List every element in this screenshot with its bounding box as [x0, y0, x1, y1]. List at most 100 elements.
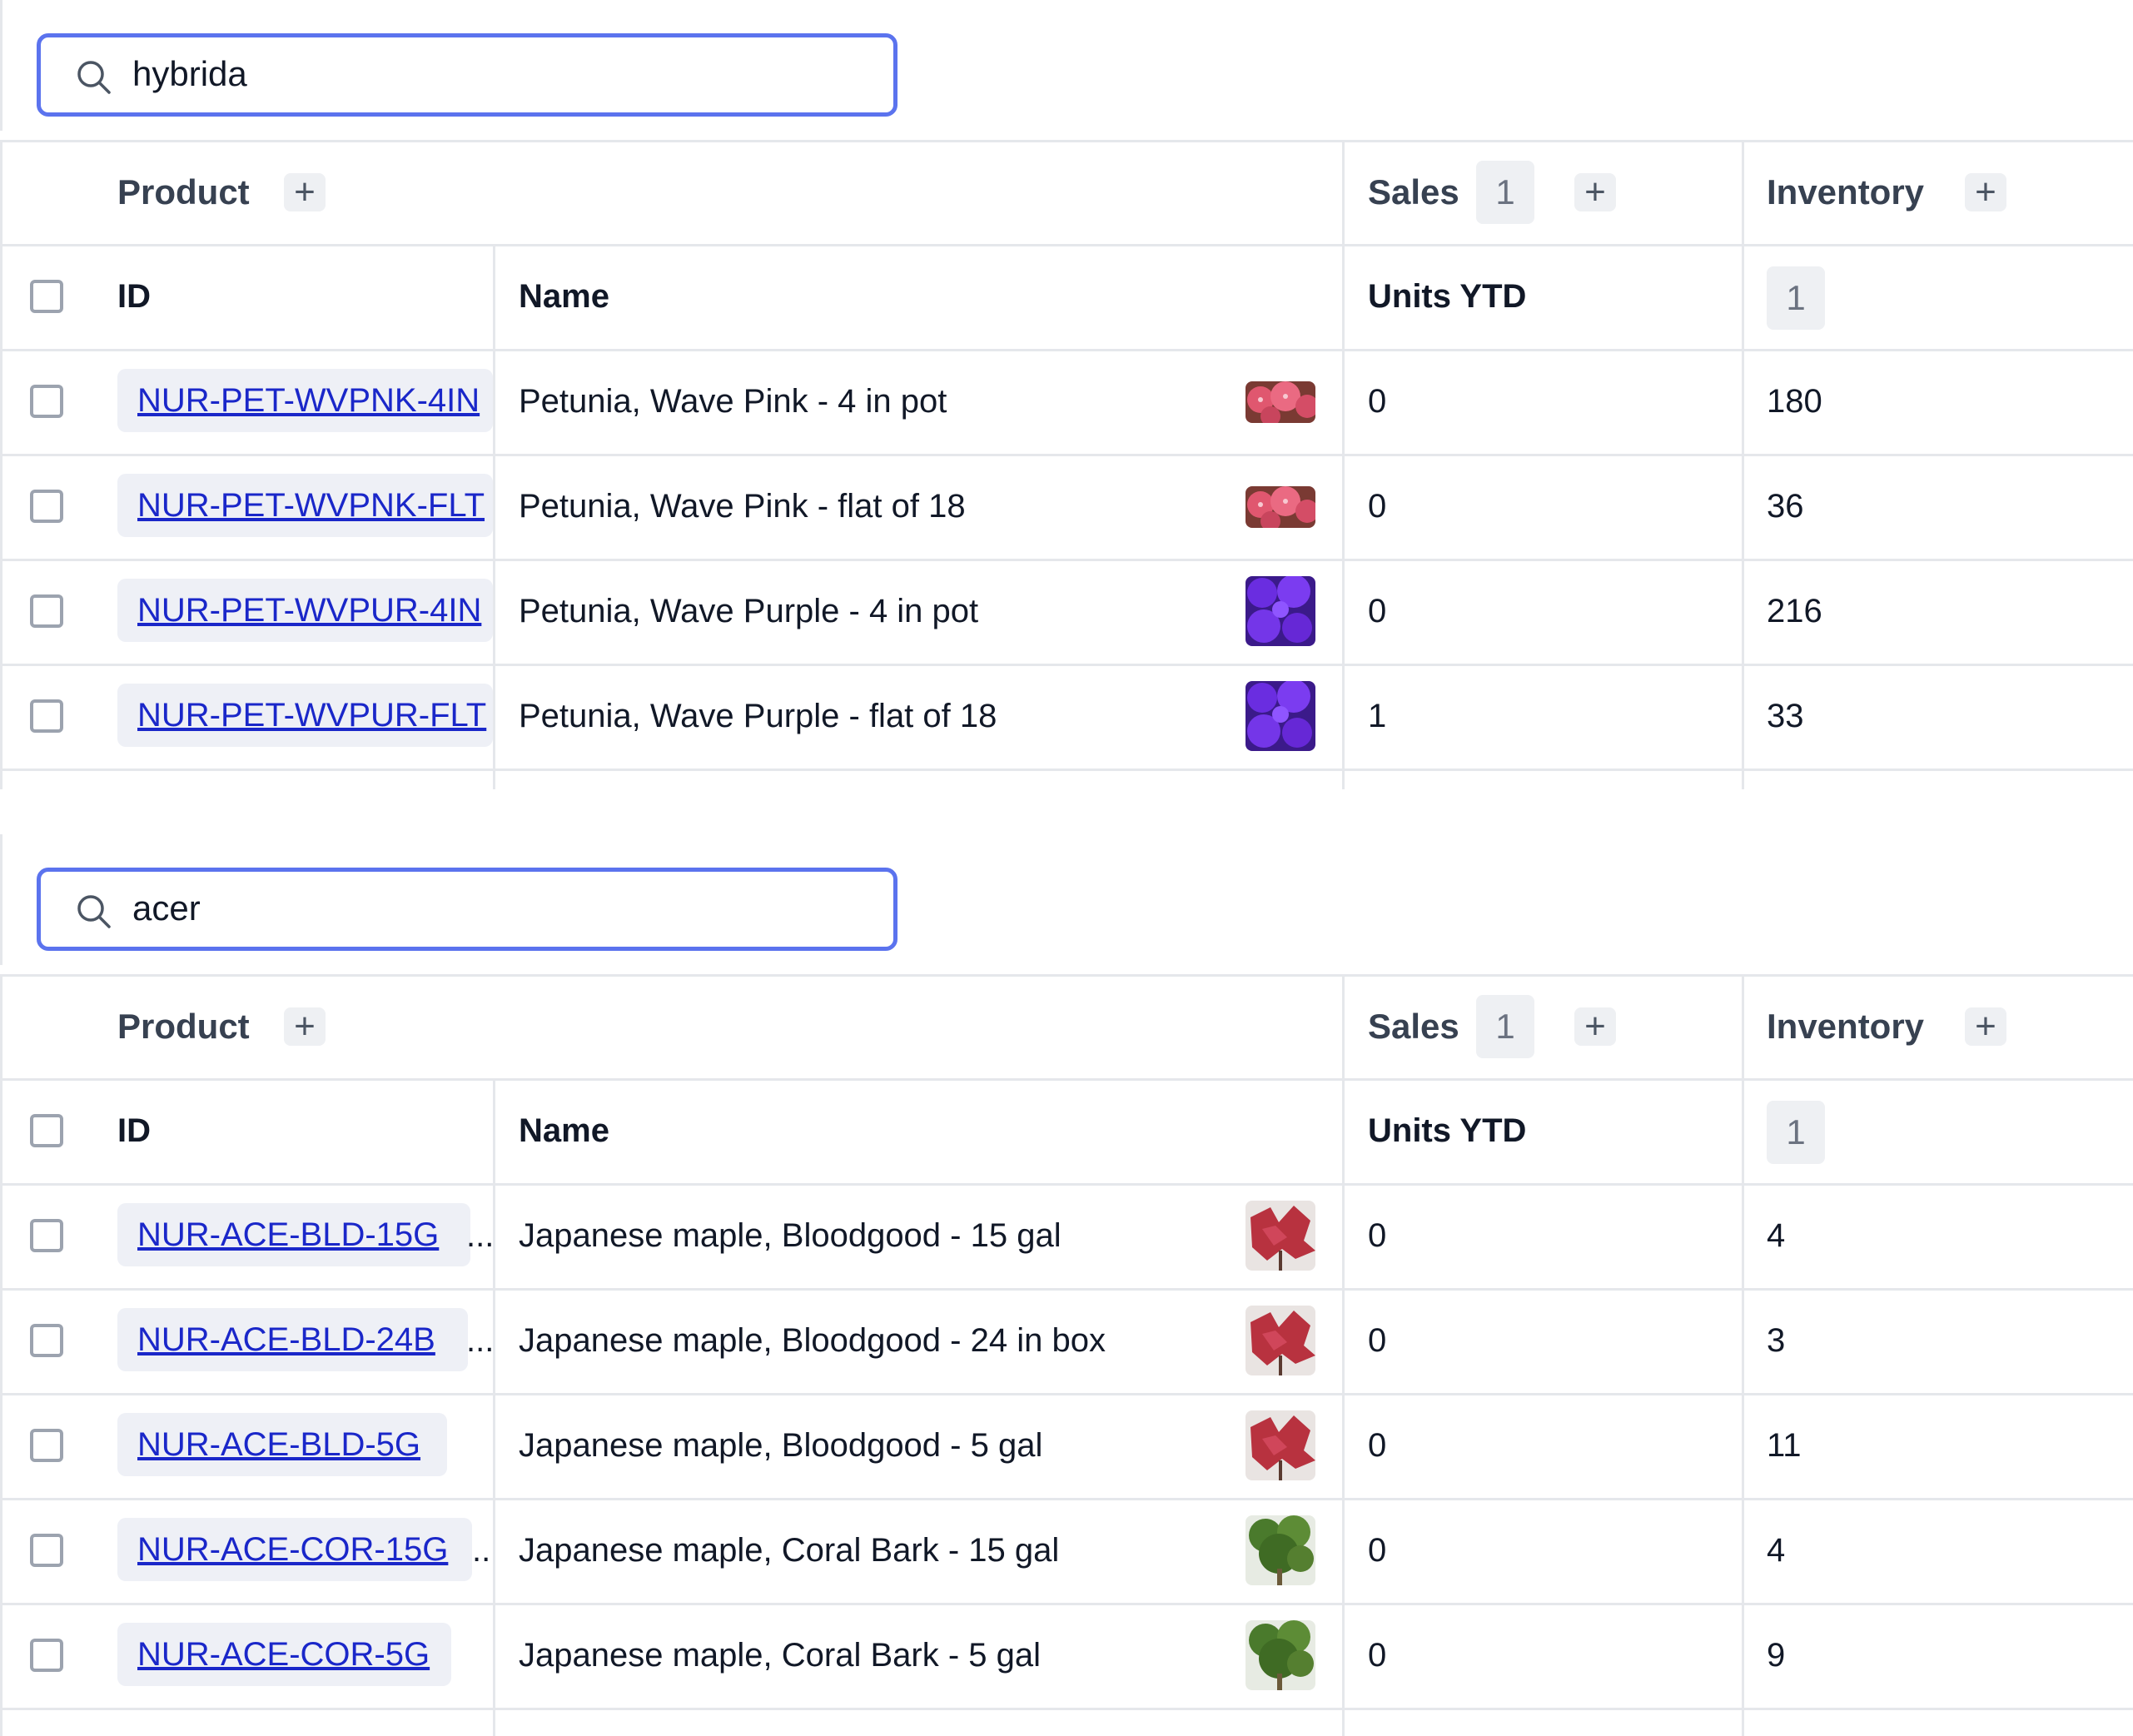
divider [493, 1078, 495, 1736]
divider [1742, 974, 1744, 1736]
product-id-link[interactable]: NUR-ACE-BLD-5G [117, 1413, 447, 1476]
inventory-count-badge: 1 [1767, 1101, 1825, 1164]
divider [0, 974, 2, 1736]
pink-petunia-thumbnail[interactable] [1245, 381, 1315, 423]
inventory-value: 3 [1767, 1322, 1786, 1359]
product-id-link[interactable]: NUR-ACE-BLD-15G [117, 1203, 470, 1266]
search-input[interactable] [132, 883, 865, 933]
divider [0, 1603, 2133, 1605]
column-header-id[interactable]: ID [117, 276, 151, 317]
purple-petunia-thumbnail[interactable] [1245, 681, 1315, 751]
units-ytd-value: 1 [1368, 698, 1387, 734]
units-ytd-value: 0 [1368, 1322, 1387, 1359]
column-header-units-ytd[interactable]: Units YTD [1368, 1110, 1526, 1152]
divider [0, 1078, 2133, 1081]
sales-count-badge: 1 [1476, 995, 1534, 1058]
search-icon [77, 61, 111, 94]
product-id-link[interactable]: NUR-ACE-COR-15G [117, 1518, 472, 1581]
divider [0, 1288, 2133, 1291]
inventory-value: 36 [1767, 488, 1804, 525]
row-checkbox[interactable] [30, 594, 63, 628]
id-overflow-ellipsis: ... [466, 1217, 495, 1254]
product-name: Japanese maple, Bloodgood - 24 in box [519, 1322, 1106, 1359]
divider [1742, 140, 1744, 789]
purple-petunia-thumbnail[interactable] [1245, 576, 1315, 646]
add-sales-column-button[interactable]: + [1574, 1007, 1616, 1046]
group-header-product: Product [117, 1007, 250, 1046]
row-checkbox[interactable] [30, 1429, 63, 1462]
add-inventory-column-button[interactable]: + [1965, 173, 2006, 211]
column-header-id[interactable]: ID [117, 1110, 151, 1152]
units-ytd-value: 0 [1368, 383, 1387, 420]
add-product-column-button[interactable]: + [284, 173, 326, 211]
divider [1342, 974, 1345, 1736]
divider [0, 454, 2133, 456]
divider [493, 244, 495, 789]
divider [0, 769, 2133, 771]
group-header-sales: Sales [1368, 1007, 1459, 1046]
product-id-link[interactable]: NUR-ACE-COR-5G [117, 1623, 451, 1686]
product-name: Japanese maple, Coral Bark - 5 gal [519, 1637, 1041, 1674]
column-header-units-ytd[interactable]: Units YTD [1368, 276, 1526, 317]
group-header-product: Product [117, 172, 250, 211]
id-overflow-ellipsis: .. [472, 1532, 491, 1569]
search-input[interactable] [132, 49, 865, 99]
row-checkbox[interactable] [30, 1324, 63, 1357]
add-product-column-button[interactable]: + [284, 1007, 326, 1046]
inventory-value: 4 [1767, 1532, 1786, 1569]
units-ytd-value: 0 [1368, 488, 1387, 525]
row-checkbox[interactable] [30, 385, 63, 418]
red-maple-thumbnail[interactable] [1245, 1201, 1315, 1271]
product-name: Petunia, Wave Pink - flat of 18 [519, 488, 966, 525]
group-header-inventory: Inventory [1767, 172, 1925, 211]
add-inventory-column-button[interactable]: + [1965, 1007, 2006, 1046]
product-id-link[interactable]: NUR-PET-WVPUR-FLT [117, 684, 493, 747]
product-table: Product + Sales 1 + Inventory + ID Name … [0, 974, 2133, 1736]
product-id-link[interactable]: NUR-ACE-BLD-24B [117, 1308, 468, 1371]
group-header-inventory: Inventory [1767, 1007, 1925, 1046]
units-ytd-value: 0 [1368, 1637, 1387, 1674]
units-ytd-value: 0 [1368, 1532, 1387, 1569]
units-ytd-value: 0 [1368, 593, 1387, 629]
panel-left-border [0, 0, 2, 131]
row-checkbox[interactable] [30, 699, 63, 733]
inventory-value: 33 [1767, 698, 1804, 734]
inventory-value: 4 [1767, 1217, 1786, 1254]
inventory-count-badge: 1 [1767, 266, 1825, 330]
red-maple-thumbnail[interactable] [1245, 1306, 1315, 1375]
product-name: Japanese maple, Bloodgood - 5 gal [519, 1427, 1043, 1464]
select-all-checkbox[interactable] [30, 1114, 63, 1147]
divider [0, 664, 2133, 666]
pink-petunia-thumbnail[interactable] [1245, 486, 1315, 528]
inventory-value: 9 [1767, 1637, 1786, 1674]
search-box[interactable] [37, 868, 897, 951]
row-checkbox[interactable] [30, 1639, 63, 1672]
sales-count-badge: 1 [1476, 161, 1534, 224]
product-name: Petunia, Wave Pink - 4 in pot [519, 383, 947, 420]
green-maple-thumbnail[interactable] [1245, 1515, 1315, 1585]
divider [0, 140, 2133, 142]
add-sales-column-button[interactable]: + [1574, 173, 1616, 211]
divider [0, 559, 2133, 561]
column-header-name[interactable]: Name [519, 276, 609, 317]
row-checkbox[interactable] [30, 1219, 63, 1252]
column-header-name[interactable]: Name [519, 1110, 609, 1152]
product-id-link[interactable]: NUR-PET-WVPNK-FLT [117, 474, 493, 537]
units-ytd-value: 0 [1368, 1217, 1387, 1254]
group-header-sales: Sales [1368, 172, 1459, 211]
red-maple-thumbnail[interactable] [1245, 1410, 1315, 1480]
inventory-value: 180 [1767, 383, 1822, 420]
row-checkbox[interactable] [30, 490, 63, 523]
search-box[interactable] [37, 33, 897, 117]
product-id-link[interactable]: NUR-PET-WVPUR-4IN [117, 579, 493, 642]
green-maple-thumbnail[interactable] [1245, 1620, 1315, 1690]
search-icon [77, 895, 111, 928]
row-checkbox[interactable] [30, 1534, 63, 1567]
product-name: Japanese maple, Coral Bark - 15 gal [519, 1532, 1060, 1569]
units-ytd-value: 0 [1368, 1427, 1387, 1464]
divider [0, 1498, 2133, 1500]
select-all-checkbox[interactable] [30, 280, 63, 313]
product-id-link[interactable]: NUR-PET-WVPNK-4IN [117, 369, 493, 432]
divider [0, 1393, 2133, 1395]
divider [0, 974, 2133, 977]
